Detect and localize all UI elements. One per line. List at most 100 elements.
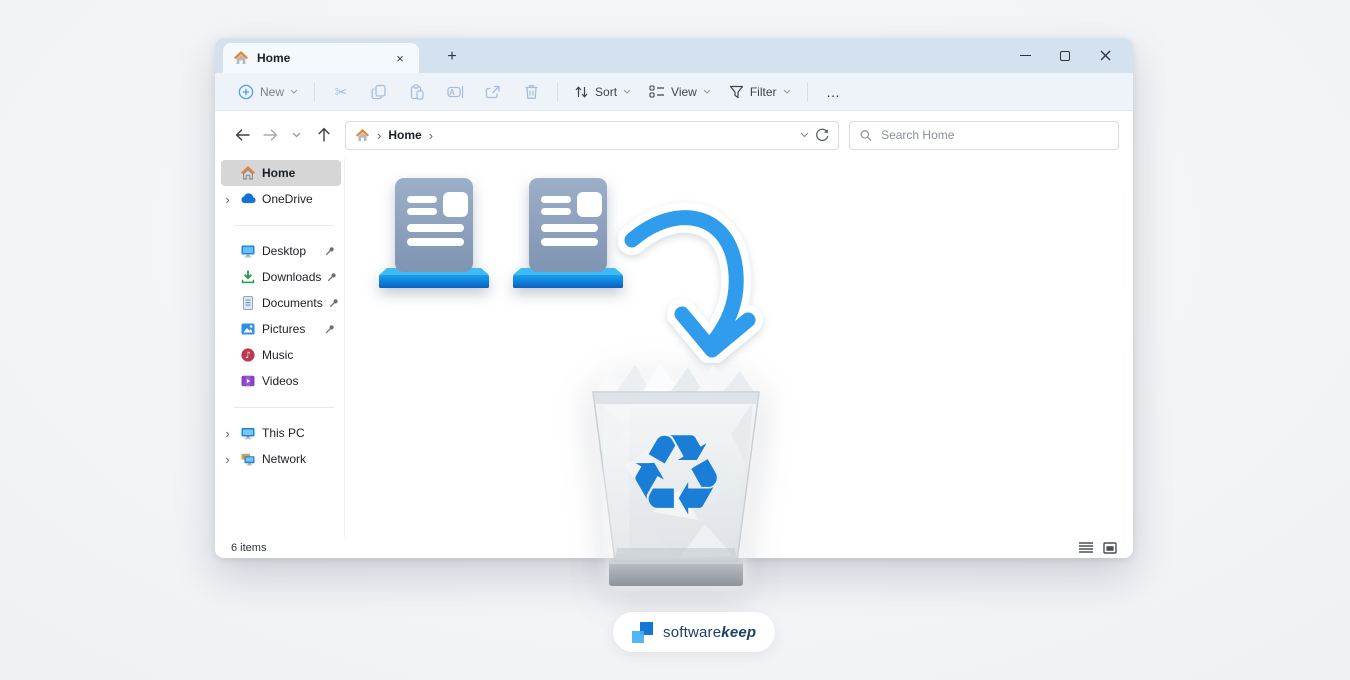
rename-button[interactable]: A: [436, 78, 474, 106]
sidebar-item-label: Home: [262, 166, 335, 180]
sidebar-separator: [234, 407, 334, 408]
network-icon: [240, 451, 256, 467]
document-platform: [379, 275, 489, 288]
copy-icon: [371, 84, 387, 100]
address-dropdown-icon[interactable]: [800, 132, 809, 138]
sidebar-separator: [234, 225, 334, 226]
ellipsis-icon: …: [826, 84, 841, 100]
filter-button-label: Filter: [750, 85, 777, 99]
sidebar-item-label: Pictures: [262, 322, 319, 336]
expand-chevron-icon[interactable]: ›: [221, 193, 234, 206]
navigation-pane: Home › OneDrive: [215, 159, 345, 537]
up-button[interactable]: [310, 122, 337, 149]
logo-square-light: [632, 631, 644, 643]
sidebar-item-this-pc[interactable]: › This PC: [221, 420, 341, 446]
downloads-icon: [240, 269, 256, 285]
toolbar-divider: [807, 82, 808, 102]
chevron-down-icon: [290, 89, 298, 94]
view-icon: [649, 85, 665, 98]
details-view-icon: [1079, 542, 1093, 553]
sidebar-item-music[interactable]: ♪ Music: [221, 342, 341, 368]
documents-icon: [240, 295, 256, 311]
arrow-left-icon: [235, 128, 251, 142]
pin-icon: [329, 298, 339, 308]
softwarekeep-wordmark: softwarekeep: [663, 624, 756, 641]
refresh-icon[interactable]: [815, 128, 829, 142]
recent-locations-button[interactable]: [283, 122, 310, 149]
chevron-down-icon: [783, 89, 791, 94]
tab-home[interactable]: Home ×: [223, 43, 419, 73]
chevron-down-icon: [292, 132, 301, 138]
new-button[interactable]: New: [229, 78, 307, 106]
desktop-icon: [240, 243, 256, 259]
view-button[interactable]: View: [640, 78, 720, 106]
filter-button[interactable]: Filter: [720, 78, 800, 106]
sidebar-item-network[interactable]: › Network: [221, 446, 341, 472]
search-box[interactable]: [849, 121, 1119, 150]
music-icon: ♪: [240, 347, 256, 363]
new-tab-button[interactable]: +: [439, 44, 465, 70]
pin-icon: [325, 246, 335, 256]
maximize-icon: [1060, 51, 1070, 61]
item-count: 6 items: [231, 542, 266, 554]
sort-button[interactable]: Sort: [565, 78, 640, 106]
cut-icon: ✂: [335, 83, 348, 101]
plus-circle-icon: [238, 84, 254, 100]
sidebar-item-label: Videos: [262, 374, 335, 388]
chevron-down-icon: [623, 89, 631, 94]
pictures-icon: [240, 321, 256, 337]
softwarekeep-badge: softwarekeep: [613, 612, 775, 652]
arrow-up-icon: [317, 127, 331, 143]
toolbar-divider: [557, 82, 558, 102]
brand-regular: software: [663, 624, 721, 641]
paste-button[interactable]: [398, 78, 436, 106]
close-icon: [1100, 50, 1111, 61]
sort-icon: [574, 85, 589, 99]
sidebar-item-onedrive[interactable]: › OneDrive: [221, 186, 341, 212]
close-button[interactable]: [1085, 38, 1125, 73]
back-button[interactable]: [229, 122, 256, 149]
sidebar-item-home[interactable]: Home: [221, 160, 341, 186]
details-view-button[interactable]: [1079, 542, 1093, 553]
address-bar[interactable]: › Home ›: [345, 121, 839, 150]
maximize-button[interactable]: [1045, 38, 1085, 73]
expand-chevron-icon[interactable]: ›: [221, 453, 234, 466]
svg-text:A: A: [449, 88, 455, 97]
sidebar-item-videos[interactable]: Videos: [221, 368, 341, 394]
chevron-down-icon: [703, 89, 711, 94]
tab-close-icon[interactable]: ×: [391, 49, 409, 67]
minimize-icon: [1020, 55, 1031, 56]
rename-icon: A: [447, 84, 464, 100]
navigation-bar: › Home ›: [215, 111, 1133, 159]
share-button[interactable]: [474, 78, 512, 106]
sidebar-item-documents[interactable]: Documents: [221, 290, 341, 316]
minimize-button[interactable]: [1005, 38, 1045, 73]
pin-icon: [327, 272, 337, 282]
cut-button[interactable]: ✂: [322, 78, 360, 106]
sidebar-item-pictures[interactable]: Pictures: [221, 316, 341, 342]
search-input[interactable]: [881, 128, 1108, 142]
copy-button[interactable]: [360, 78, 398, 106]
filter-funnel-icon: [729, 85, 744, 99]
document-platform: [513, 275, 623, 288]
sidebar-item-label: Desktop: [262, 244, 319, 258]
large-icons-view-button[interactable]: [1103, 542, 1117, 554]
sidebar-item-desktop[interactable]: Desktop: [221, 238, 341, 264]
forward-button[interactable]: [256, 122, 283, 149]
large-icons-view-icon: [1103, 542, 1117, 554]
title-bar[interactable]: Home × +: [215, 38, 1133, 73]
command-bar: New ✂: [215, 73, 1133, 111]
document-illustration-1: [375, 176, 493, 290]
pin-icon: [325, 324, 335, 334]
sidebar-item-label: Downloads: [262, 270, 321, 284]
sidebar-item-label: OneDrive: [262, 192, 335, 206]
breadcrumb-home[interactable]: Home: [388, 128, 421, 142]
search-icon: [860, 129, 872, 142]
sidebar-item-label: Network: [262, 452, 335, 466]
sidebar-item-downloads[interactable]: Downloads: [221, 264, 341, 290]
delete-button[interactable]: [512, 78, 550, 106]
view-button-label: View: [671, 85, 697, 99]
home-icon: [233, 50, 249, 66]
more-options-button[interactable]: …: [815, 78, 853, 106]
expand-chevron-icon[interactable]: ›: [221, 427, 234, 440]
